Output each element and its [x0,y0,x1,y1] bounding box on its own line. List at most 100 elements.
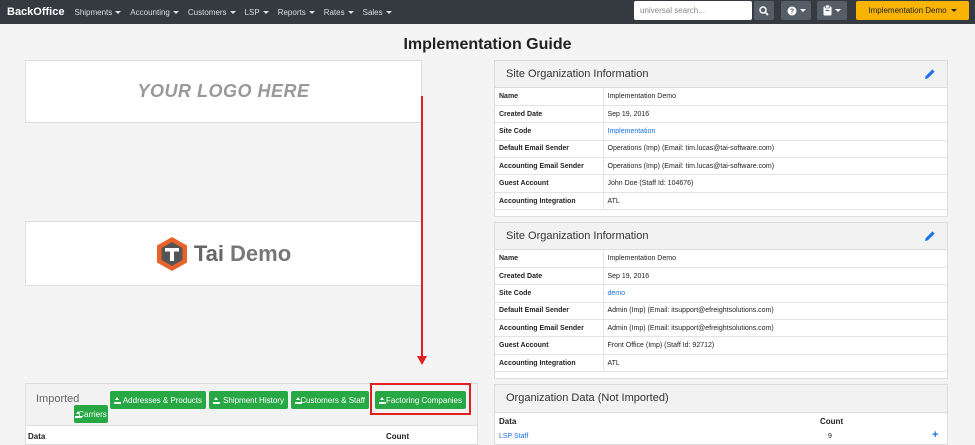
plus-icon[interactable]: + [932,429,938,441]
upload-icon [114,396,121,404]
table-row: Accounting Email Sender Admin (Imp) (Emai… [495,319,947,338]
org-data-title: Organization Data (Not Imported) [506,392,669,404]
logo-upload-box[interactable]: YOUR LOGO HERE [25,60,422,123]
site-code-link[interactable]: demo [602,284,947,303]
demo-wordmark: Demo [230,240,292,266]
menu-shipments[interactable]: Shipments [74,7,122,17]
menu-customers[interactable]: Customers [188,8,236,17]
shipment-history-label: Shipment History [223,395,284,405]
customers-staff-label: Customers & Staff [300,395,365,405]
site-info-header-1: Site Organization Information [495,61,947,88]
top-navbar: BackOffice Shipments Accounting Customer… [0,0,975,24]
menu-reports[interactable]: Reports [278,8,315,17]
site-info-title-1: Site Organization Information [506,68,649,80]
imported-col-count: Count [386,432,410,441]
field-value: John Doe (Staff Id: 104676) [602,174,947,193]
clipboard-menu-button[interactable] [817,1,847,20]
tai-logo-icon [156,236,187,271]
shipment-history-button[interactable]: Shipment History [209,391,288,409]
table-row: Accounting Email Sender Operations (Imp) … [495,157,947,176]
site-info-panel-1: Site Organization Information Name Implem… [494,60,948,217]
chevron-down-icon [115,10,122,14]
field-value: Implementation Demo [602,250,947,268]
chevron-down-icon [308,10,315,14]
menu-shipments-label: Shipments [74,7,113,17]
search-button[interactable] [754,1,774,20]
table-row: Accounting Integration ATL [495,354,947,373]
field-label: Accounting Integration [495,354,603,373]
org-data-col-data: Data [499,417,517,426]
table-row: Default Email Sender Admin (Imp) (Email: … [495,302,947,321]
field-value: Sep 19, 2016 [602,267,947,286]
implementation-demo-label: Implementation Demo [868,6,947,15]
upload-icon [213,396,221,404]
table-row: Created Date Sep 19, 2016 [495,267,947,286]
field-label: Name [495,88,603,106]
field-label: Accounting Integration [495,192,603,211]
table-row: Guest Account Front Office (Imp) (Staff I… [495,336,947,355]
lsp-staff-count: 9 [828,433,832,440]
org-data-header: Organization Data (Not Imported) [495,385,947,413]
annotation-arrow-head [417,356,427,365]
chevron-down-icon [385,10,392,14]
field-value: Admin (Imp) (Email: itsupport@efreightso… [602,302,947,321]
chevron-down-icon [347,10,354,14]
imported-col-data: Data [28,432,46,441]
svg-text:?: ? [789,8,793,15]
universal-search-input[interactable] [634,1,752,20]
field-value: Front Office (Imp) (Staff Id: 92712) [602,336,947,355]
menu-rates-label: Rates [323,7,345,17]
carriers-label: Carriers [78,409,107,419]
brand-logo[interactable]: BackOffice [7,6,64,18]
menu-reports-label: Reports [277,7,306,17]
implementation-demo-dropdown[interactable]: Implementation Demo [856,1,969,20]
chevron-down-icon [799,9,806,12]
field-value: ATL [602,354,947,373]
annotation-highlight-box [370,383,471,415]
menu-customers-label: Customers [187,7,227,17]
field-label: Accounting Email Sender [495,319,603,338]
edit-pencil-icon[interactable] [924,68,936,80]
field-value: Implementation Demo [602,88,947,106]
tai-demo-logo: Tai Demo [25,221,422,286]
upload-icon [295,396,303,404]
field-value: Sep 19, 2016 [602,105,947,124]
site-code-link[interactable]: Implementation [602,122,947,141]
addresses-products-label: Addresses & Products [122,395,202,405]
field-label: Created Date [495,267,603,286]
menu-lsp[interactable]: LSP [245,8,269,17]
table-row: Name Implementation Demo [495,88,947,106]
logo-placeholder-text: YOUR LOGO HERE [137,81,310,101]
field-label: Guest Account [495,174,603,193]
menu-sales[interactable]: Sales [363,8,392,17]
org-data-panel: Organization Data (Not Imported) Data Co… [494,384,948,445]
help-icon: ? [787,6,796,15]
annotation-arrow-line [421,96,423,358]
field-label: Created Date [495,105,603,124]
table-row: Created Date Sep 19, 2016 [495,105,947,124]
field-value: Operations (Imp) (Email: tim.lucas@tai-s… [602,140,947,159]
menu-rates[interactable]: Rates [324,8,354,17]
site-info-table-2: Name Implementation Demo Created Date Sep … [495,250,947,373]
field-label: Site Code [495,284,603,303]
field-label: Default Email Sender [495,140,603,159]
addresses-products-button[interactable]: Addresses & Products [110,391,206,409]
customers-staff-button[interactable]: Customers & Staff [291,391,369,409]
field-label: Name [495,250,603,268]
site-info-header-2: Site Organization Information [495,223,947,250]
table-row: Site Code Implementation [495,122,947,141]
carriers-button[interactable]: Carriers [74,405,108,423]
site-info-title-2: Site Organization Information [506,230,649,242]
help-menu-button[interactable]: ? [781,1,811,20]
menu-lsp-label: LSP [244,7,260,17]
tai-wordmark: Tai [193,240,225,266]
table-row: Accounting Integration ATL [495,192,947,211]
lsp-staff-link[interactable]: LSP Staff [499,433,528,440]
menu-accounting[interactable]: Accounting [130,8,179,17]
field-value: Admin (Imp) (Email: itsupport@efreightso… [602,319,947,338]
table-row: Default Email Sender Operations (Imp) (Em… [495,140,947,159]
edit-pencil-icon[interactable] [924,230,936,242]
search-icon [759,5,769,16]
chevron-down-icon [950,9,957,12]
field-label: Guest Account [495,336,603,355]
